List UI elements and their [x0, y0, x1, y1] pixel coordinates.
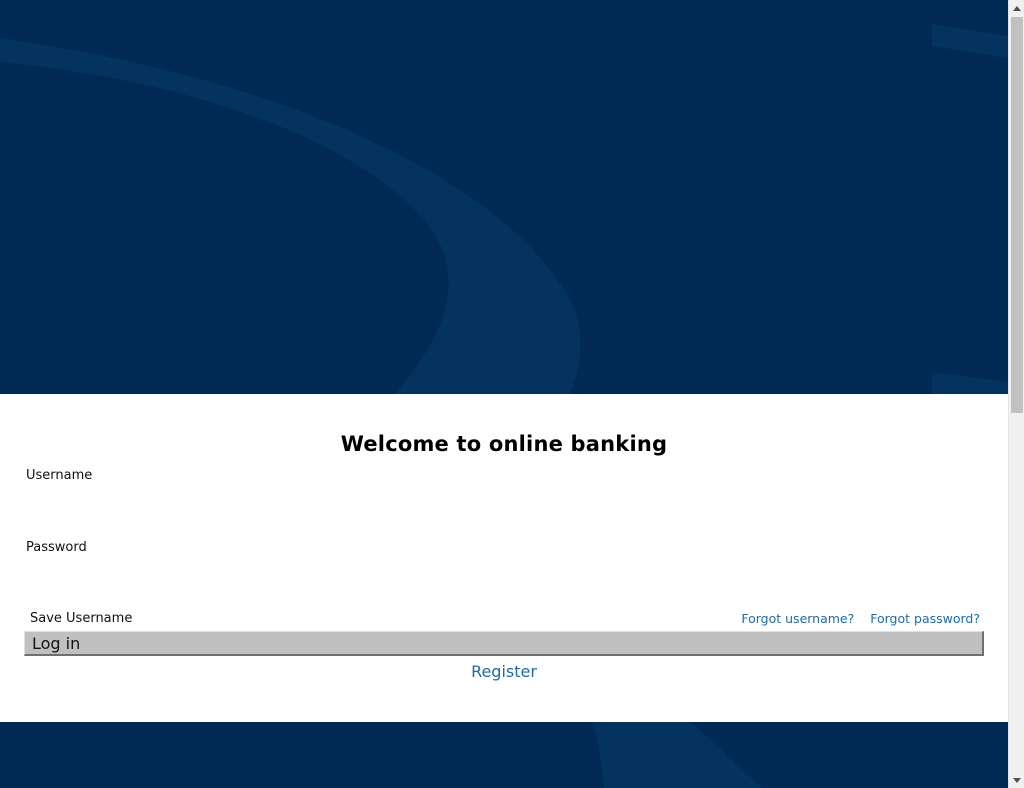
login-panel: Welcome to online banking Username Passw…: [0, 394, 1008, 722]
forgot-links: Forgot username? Forgot password?: [729, 611, 980, 626]
register-row: Register: [0, 662, 1008, 681]
forgot-username-link[interactable]: Forgot username?: [741, 611, 854, 626]
password-input[interactable]: [24, 560, 984, 586]
hero-banner: [0, 0, 1008, 394]
footer-banner: [0, 722, 1008, 788]
triangle-down-icon[interactable]: [1009, 772, 1024, 788]
page-viewport: Welcome to online banking Username Passw…: [0, 0, 1008, 788]
scrollbar-thumb[interactable]: [1011, 17, 1023, 413]
page-title: Welcome to online banking: [340, 432, 668, 456]
password-label: Password: [26, 540, 87, 555]
vertical-scrollbar[interactable]: [1008, 0, 1024, 788]
triangle-up-icon[interactable]: [1009, 0, 1024, 16]
username-input[interactable]: [24, 488, 984, 514]
save-username-label[interactable]: Save Username: [30, 611, 132, 626]
forgot-password-link[interactable]: Forgot password?: [870, 611, 980, 626]
register-link[interactable]: Register: [471, 662, 537, 681]
swoosh-graphic: [0, 24, 1008, 394]
footer-swoosh-graphic: [592, 722, 762, 788]
login-button[interactable]: Log in: [24, 631, 984, 656]
save-username-checkbox[interactable]: Save Username: [30, 611, 132, 626]
username-label: Username: [26, 468, 93, 483]
